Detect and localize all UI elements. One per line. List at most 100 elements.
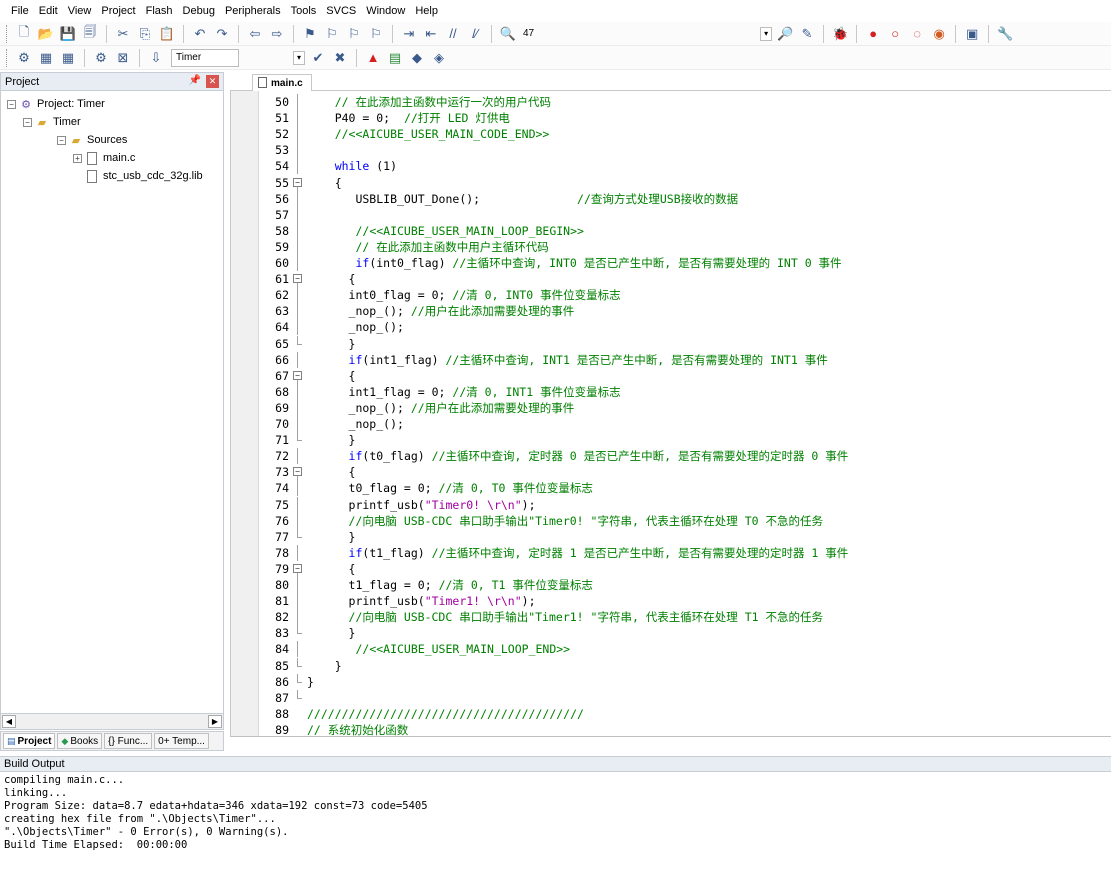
configure-icon[interactable]: 🔧 bbox=[996, 25, 1014, 43]
new-file-icon[interactable]: 🗋 bbox=[15, 24, 33, 43]
unindent-icon[interactable]: ⇤ bbox=[422, 25, 440, 43]
code-line[interactable]: 85 } bbox=[231, 657, 1111, 674]
code-line[interactable]: 82 //向电脑 USB-CDC 串口助手输出"Timer1! "字符串, 代表… bbox=[231, 609, 1111, 626]
code-line[interactable]: 59 // 在此添加主函数中用户主循环代码 bbox=[231, 238, 1111, 255]
comment-icon[interactable]: // bbox=[444, 25, 462, 43]
tree-target[interactable]: − ▰ Timer bbox=[23, 113, 81, 131]
code-line[interactable]: 51 P40 = 0; //打开 LED 灯供电 bbox=[231, 110, 1111, 127]
menu-peripherals[interactable]: Peripherals bbox=[220, 0, 286, 22]
code-line[interactable]: 70 _nop_(); bbox=[231, 416, 1111, 432]
file-extensions-icon[interactable]: ✖ bbox=[331, 49, 349, 67]
tree-file-main[interactable]: + main.c bbox=[73, 149, 135, 167]
scroll-left-icon[interactable]: ◀ bbox=[2, 715, 16, 728]
scroll-right-icon[interactable]: ▶ bbox=[208, 715, 222, 728]
code-line[interactable]: 86} bbox=[231, 673, 1111, 690]
breakpoint-icon[interactable]: ● bbox=[864, 25, 882, 43]
code-line[interactable]: 57 bbox=[231, 206, 1111, 223]
code-editor[interactable]: 50 // 在此添加主函数中运行一次的用户代码 51 P40 = 0; //打开 … bbox=[230, 91, 1111, 737]
target-dropdown[interactable]: ▾ bbox=[293, 50, 305, 65]
code-line[interactable]: 65 } bbox=[231, 335, 1111, 352]
incremental-find-icon[interactable]: ✎ bbox=[798, 25, 816, 43]
collapse-icon[interactable]: − bbox=[57, 135, 66, 145]
select-packs-icon[interactable]: ▤ bbox=[386, 49, 404, 67]
code-line[interactable]: 53 bbox=[231, 142, 1111, 159]
build-output[interactable]: compiling main.c... linking... Program Siz… bbox=[0, 772, 1111, 880]
tree-group[interactable]: − ▰ Sources bbox=[57, 131, 127, 149]
fold-collapse-icon[interactable]: − bbox=[293, 464, 302, 481]
code-line[interactable]: 50 // 在此添加主函数中运行一次的用户代码 bbox=[231, 94, 1111, 110]
find-in-files-icon[interactable]: 🔍 bbox=[499, 25, 517, 43]
code-line[interactable]: 71 } bbox=[231, 432, 1111, 448]
code-line[interactable]: 61− { bbox=[231, 271, 1111, 288]
download-icon[interactable]: ⇩ bbox=[147, 49, 165, 67]
fold-collapse-icon[interactable]: − bbox=[293, 271, 302, 288]
save-icon[interactable]: 💾 bbox=[59, 25, 77, 43]
paste-icon[interactable]: 📋 bbox=[158, 25, 176, 43]
fold-collapse-icon[interactable]: − bbox=[293, 368, 302, 384]
code-line[interactable]: 87 bbox=[231, 689, 1111, 706]
menu-tools[interactable]: Tools bbox=[286, 0, 322, 22]
window-layout-icon[interactable]: ▣ bbox=[963, 25, 981, 43]
build-icon[interactable]: ▦ bbox=[37, 49, 55, 67]
tab-books[interactable]: ◆ Books bbox=[57, 733, 103, 749]
menu-svcs[interactable]: SVCS bbox=[321, 0, 361, 22]
bookmark-prev-icon[interactable]: ⚐ bbox=[323, 25, 341, 43]
tab-project[interactable]: ▤ Project bbox=[3, 733, 56, 749]
menu-file[interactable]: File bbox=[6, 0, 34, 22]
cut-icon[interactable]: ✂ bbox=[114, 25, 132, 43]
bookmark-next-icon[interactable]: ⚐ bbox=[345, 25, 363, 43]
code-line[interactable]: 52 //<<AICUBE_USER_MAIN_CODE_END>> bbox=[231, 126, 1111, 143]
code-line[interactable]: 72 if(t0_flag) //主循环中查询, 定时器 0 是否已产生中断, … bbox=[231, 448, 1111, 465]
rebuild-icon[interactable]: ▦ bbox=[59, 49, 77, 67]
code-line[interactable]: 81 printf_usb("Timer1! \r\n"); bbox=[231, 593, 1111, 610]
breakpoint-kill-icon[interactable]: ◉ bbox=[930, 25, 948, 43]
save-all-icon[interactable]: 🗐 bbox=[81, 24, 99, 43]
target-select[interactable]: Timer bbox=[171, 48, 239, 67]
code-line[interactable]: 60 if(int0_flag) //主循环中查询, INT0 是否已产生中断,… bbox=[231, 255, 1111, 271]
toolbar-grip[interactable] bbox=[6, 24, 9, 43]
stop-build-icon[interactable]: ⊠ bbox=[114, 49, 132, 67]
code-line[interactable]: 78 if(t1_flag) //主循环中查询, 定时器 1 是否已产生中断, … bbox=[231, 544, 1111, 561]
close-icon[interactable]: ✕ bbox=[206, 75, 219, 88]
project-icon[interactable]: ◈ bbox=[430, 49, 448, 67]
fold-collapse-icon[interactable]: − bbox=[293, 175, 302, 191]
open-folder-icon[interactable]: 📂 bbox=[37, 25, 55, 43]
code-line[interactable]: 83 } bbox=[231, 625, 1111, 641]
menu-window[interactable]: Window bbox=[361, 0, 410, 22]
code-line[interactable]: 66 if(int1_flag) //主循环中查询, INT1 是否已产生中断,… bbox=[231, 351, 1111, 368]
bookmark-icon[interactable]: ⚑ bbox=[301, 25, 319, 43]
toolbar-grip[interactable] bbox=[6, 48, 9, 67]
code-line[interactable]: 62 int0_flag = 0; //清 0, INT0 事件位变量标志 bbox=[231, 287, 1111, 304]
menu-debug[interactable]: Debug bbox=[178, 0, 220, 22]
indent-icon[interactable]: ⇥ bbox=[400, 25, 418, 43]
target-options-icon[interactable]: ✔ bbox=[309, 49, 327, 67]
code-line[interactable]: 79− { bbox=[231, 561, 1111, 577]
fold-collapse-icon[interactable]: − bbox=[293, 561, 302, 577]
tree-root[interactable]: − ⚙ Project: Timer bbox=[7, 95, 105, 113]
tab-functions[interactable]: {} Func... bbox=[104, 733, 153, 749]
code-line[interactable]: 63 _nop_(); //用户在此添加需要处理的事件 bbox=[231, 303, 1111, 320]
code-line[interactable]: 74 t0_flag = 0; //清 0, T0 事件位变量标志 bbox=[231, 480, 1111, 497]
menu-view[interactable]: View bbox=[63, 0, 97, 22]
uncomment-icon[interactable]: /⁄ bbox=[466, 25, 484, 43]
redo-icon[interactable]: ↷ bbox=[213, 25, 231, 43]
collapse-icon[interactable]: − bbox=[23, 117, 32, 127]
nav-forward-icon[interactable]: ⇨ bbox=[268, 25, 286, 43]
code-line[interactable]: 68 int1_flag = 0; //清 0, INT1 事件位变量标志 bbox=[231, 383, 1111, 400]
bookmark-clear-icon[interactable]: ⚐ bbox=[367, 25, 385, 43]
tree-file-lib[interactable]: stc_usb_cdc_32g.lib bbox=[85, 167, 203, 185]
code-line[interactable]: 54 while (1) bbox=[231, 158, 1111, 175]
code-line[interactable]: 73− { bbox=[231, 464, 1111, 481]
menu-help[interactable]: Help bbox=[410, 0, 443, 22]
code-line[interactable]: 58 //<<AICUBE_USER_MAIN_LOOP_BEGIN>> bbox=[231, 222, 1111, 239]
code-line[interactable]: 67− { bbox=[231, 368, 1111, 384]
code-line[interactable]: 64 _nop_(); bbox=[231, 319, 1111, 336]
code-line[interactable]: 55− { bbox=[231, 175, 1111, 191]
code-line[interactable]: 76 //向电脑 USB-CDC 串口助手输出"Timer0! "字符串, 代表… bbox=[231, 512, 1111, 529]
tab-main-c[interactable]: main.c bbox=[252, 74, 312, 91]
copy-icon[interactable]: ⎘ bbox=[136, 25, 154, 43]
code-line[interactable]: 88 //////////////////////////////////////… bbox=[231, 706, 1111, 722]
nav-back-icon[interactable]: ⇦ bbox=[246, 25, 264, 43]
debug-session-icon[interactable]: 🐞 bbox=[831, 25, 849, 43]
code-line[interactable]: 69 _nop_(); //用户在此添加需要处理的事件 bbox=[231, 399, 1111, 416]
